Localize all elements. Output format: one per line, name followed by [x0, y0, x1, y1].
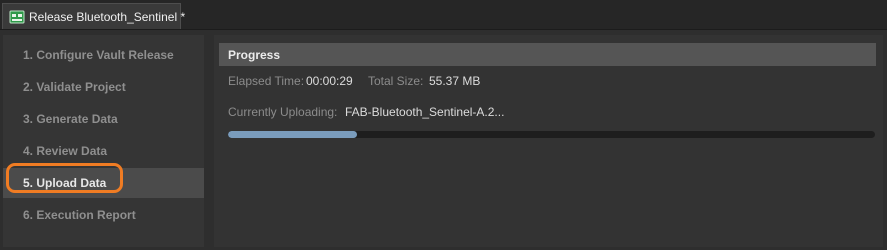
- upload-progress-bar: [228, 131, 875, 138]
- step-configure-vault-release[interactable]: 1. Configure Vault Release: [3, 40, 204, 70]
- step-list: 1. Configure Vault Release 2. Validate P…: [3, 35, 204, 247]
- upload-progress-fill: [228, 131, 358, 138]
- release-wizard: 1. Configure Vault Release 2. Validate P…: [0, 30, 887, 250]
- step-validate-project[interactable]: 2. Validate Project: [3, 72, 204, 102]
- currently-uploading-value: FAB-Bluetooth_Sentinel-A.2...: [345, 105, 505, 119]
- step-review-data[interactable]: 4. Review Data: [3, 136, 204, 166]
- step-generate-data[interactable]: 3. Generate Data: [3, 104, 204, 134]
- tab-title: Release Bluetooth_Sentinel *: [29, 9, 186, 24]
- currently-uploading-label: Currently Uploading:: [228, 105, 338, 119]
- elapsed-time-label: Elapsed Time:: [228, 74, 305, 88]
- schematic-doc-icon: [9, 9, 25, 25]
- total-size-label: Total Size:: [368, 74, 424, 88]
- total-size-value: 55.37 MB: [429, 74, 481, 88]
- document-tab-bar: Release Bluetooth_Sentinel *: [0, 0, 887, 30]
- elapsed-time-value: 00:00:29: [306, 74, 353, 88]
- progress-panel: Progress Elapsed Time: 00:00:29 Total Si…: [214, 35, 883, 247]
- step-execution-report[interactable]: 6. Execution Report: [3, 200, 204, 230]
- release-document-tab[interactable]: Release Bluetooth_Sentinel *: [2, 3, 185, 29]
- step-upload-data[interactable]: 5. Upload Data: [3, 168, 204, 198]
- progress-header: Progress: [219, 43, 876, 66]
